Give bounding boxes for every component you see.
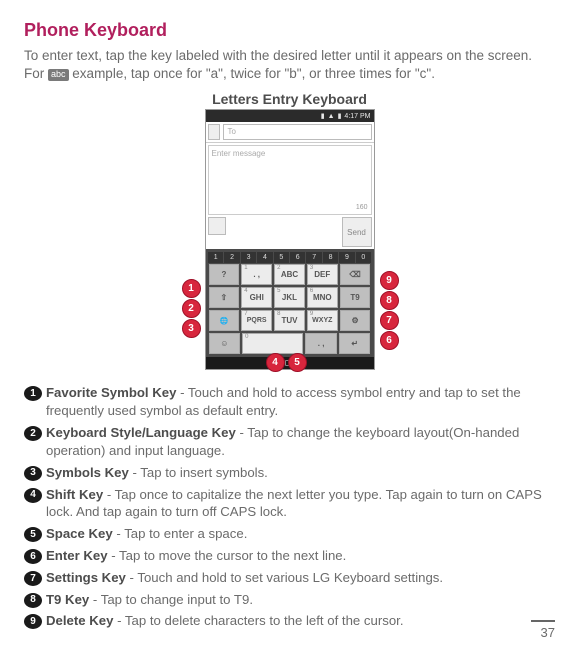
digit-key[interactable]: 9 (339, 252, 354, 263)
legend-title: Shift Key (46, 487, 103, 502)
callout-4: 4 (266, 353, 285, 372)
def-key[interactable]: 3DEF (307, 264, 338, 285)
legend-item: 3 Symbols Key - Tap to insert symbols. (24, 464, 555, 482)
wifi-icon: ▲ (328, 113, 335, 120)
abc-example-chip: abc (48, 69, 69, 81)
digit-key[interactable]: 3 (241, 252, 256, 263)
legend-desc: - Tap to move the cursor to the next lin… (108, 548, 347, 563)
callout-9: 9 (380, 271, 399, 290)
digit-key[interactable]: 4 (257, 252, 272, 263)
shift-key[interactable]: ⇧ (209, 287, 240, 308)
legend-desc: - Tap once to capitalize the next letter… (46, 487, 542, 520)
enter-key[interactable]: ↵ (339, 333, 371, 354)
page-title: Phone Keyboard (24, 20, 555, 41)
key-row-2: ⇧ 4GHI 5JKL 6MNO T9 (208, 286, 372, 309)
callout-1: 1 (182, 279, 201, 298)
delete-key[interactable]: ⌫ (340, 264, 371, 285)
legend-title: Settings Key (46, 570, 126, 585)
figure-caption: Letters Entry Keyboard (24, 91, 555, 107)
legend-list: 1 Favorite Symbol Key - Touch and hold to… (24, 384, 555, 630)
battery-icon: ▮ (338, 112, 342, 120)
phone-figure: ▮ ▲ ▮ 4:17 PM To Enter message 160 Send … (180, 109, 400, 370)
legend-desc: - Tap to enter a space. (113, 526, 248, 541)
language-key[interactable]: 🌐 (209, 310, 240, 331)
legend-num: 3 (24, 466, 42, 481)
digit-key[interactable]: 7 (306, 252, 321, 263)
legend-item: 1Favorite Symbol Key - Touch and hold to… (24, 384, 555, 420)
legend-item: 4 Shift Key - Tap once to capitalize the … (24, 486, 555, 522)
abc-key[interactable]: 2ABC (274, 264, 305, 285)
digit-key[interactable]: 5 (274, 252, 289, 263)
digit-key[interactable]: 0 (356, 252, 371, 263)
to-field[interactable]: To (223, 124, 372, 140)
legend-num: 2 (24, 426, 42, 441)
jkl-key[interactable]: 5JKL (274, 287, 305, 308)
callout-6: 6 (380, 331, 399, 350)
legend-item: 9 Delete Key - Tap to delete characters t… (24, 612, 555, 630)
legend-item: 6 Enter Key - Tap to move the cursor to t… (24, 547, 555, 565)
pqrs-key[interactable]: 7PQRS (241, 310, 272, 331)
legend-num: 9 (24, 614, 42, 629)
callout-5: 5 (288, 353, 307, 372)
legend-num: 1 (24, 386, 42, 401)
clock: 4:17 PM (344, 113, 370, 120)
wxyz-key[interactable]: 9WXYZ (307, 310, 338, 331)
back-button[interactable] (208, 124, 220, 140)
key-row-1: ? 1. , 2ABC 3DEF ⌫ (208, 263, 372, 286)
space-key[interactable]: 0 (242, 333, 303, 354)
message-area[interactable]: Enter message 160 (208, 145, 372, 215)
legend-title: Symbols Key (46, 465, 129, 480)
legend-num: 5 (24, 527, 42, 542)
legend-desc: - Tap to insert symbols. (129, 465, 268, 480)
page-number: 37 (531, 620, 555, 640)
settings-key[interactable]: ⚙ (340, 310, 371, 331)
legend-title: T9 Key (46, 592, 89, 607)
legend-item: 5 Space Key - Tap to enter a space. (24, 525, 555, 543)
period-key[interactable]: . , (305, 333, 337, 354)
digit-row: 1 2 3 4 5 6 7 8 9 0 (208, 251, 372, 263)
legend-desc: - Tap to change input to T9. (89, 592, 253, 607)
legend-title: Enter Key (46, 548, 108, 563)
send-button[interactable]: Send (342, 217, 372, 247)
digit-key[interactable]: 6 (290, 252, 305, 263)
digit-key[interactable]: 2 (224, 252, 239, 263)
legend-title: Delete Key (46, 613, 113, 628)
symbols-key[interactable]: ☺ (209, 333, 241, 354)
legend-item: 2Keyboard Style/Language Key - Tap to ch… (24, 424, 555, 460)
digit-key[interactable]: 1 (208, 252, 223, 263)
callout-2: 2 (182, 299, 201, 318)
message-placeholder: Enter message (212, 149, 368, 158)
legend-title: Space Key (46, 526, 113, 541)
key-row-4: ☺ 0 . , ↵ (208, 332, 372, 355)
legend-title: Favorite Symbol Key (46, 385, 176, 400)
legend-num: 7 (24, 571, 42, 586)
legend-desc: - Tap to delete characters to the left o… (113, 613, 403, 628)
keyboard: 1 2 3 4 5 6 7 8 9 0 ? 1. , 2ABC 3DEF ⌫ ⇧… (206, 249, 374, 357)
signal-icon: ▮ (321, 112, 325, 120)
phone-frame: ▮ ▲ ▮ 4:17 PM To Enter message 160 Send … (205, 109, 375, 370)
callout-7: 7 (380, 311, 399, 330)
status-bar: ▮ ▲ ▮ 4:17 PM (206, 110, 374, 122)
t9-key[interactable]: T9 (340, 287, 371, 308)
intro-paragraph: To enter text, tap the key labeled with … (24, 47, 555, 83)
legend-desc: - Touch and hold to set various LG Keybo… (126, 570, 443, 585)
legend-item: 7 Settings Key - Touch and hold to set va… (24, 569, 555, 587)
legend-item: 8 T9 Key - Tap to change input to T9. (24, 591, 555, 609)
punct-key[interactable]: 1. , (241, 264, 272, 285)
legend-title: Keyboard Style/Language Key (46, 425, 236, 440)
intro-text-post: example, tap once for "a", twice for "b"… (72, 66, 435, 81)
mno-key[interactable]: 6MNO (307, 287, 338, 308)
legend-num: 4 (24, 488, 42, 503)
legend-num: 6 (24, 549, 42, 564)
ghi-key[interactable]: 4GHI (241, 287, 272, 308)
legend-num: 8 (24, 593, 42, 608)
attach-button[interactable] (208, 217, 226, 235)
callout-8: 8 (380, 291, 399, 310)
tuv-key[interactable]: 8TUV (274, 310, 305, 331)
favorite-symbol-key[interactable]: ? (209, 264, 240, 285)
callout-3: 3 (182, 319, 201, 338)
digit-key[interactable]: 8 (323, 252, 338, 263)
key-row-3: 🌐 7PQRS 8TUV 9WXYZ ⚙ (208, 309, 372, 332)
char-count: 160 (212, 204, 368, 211)
